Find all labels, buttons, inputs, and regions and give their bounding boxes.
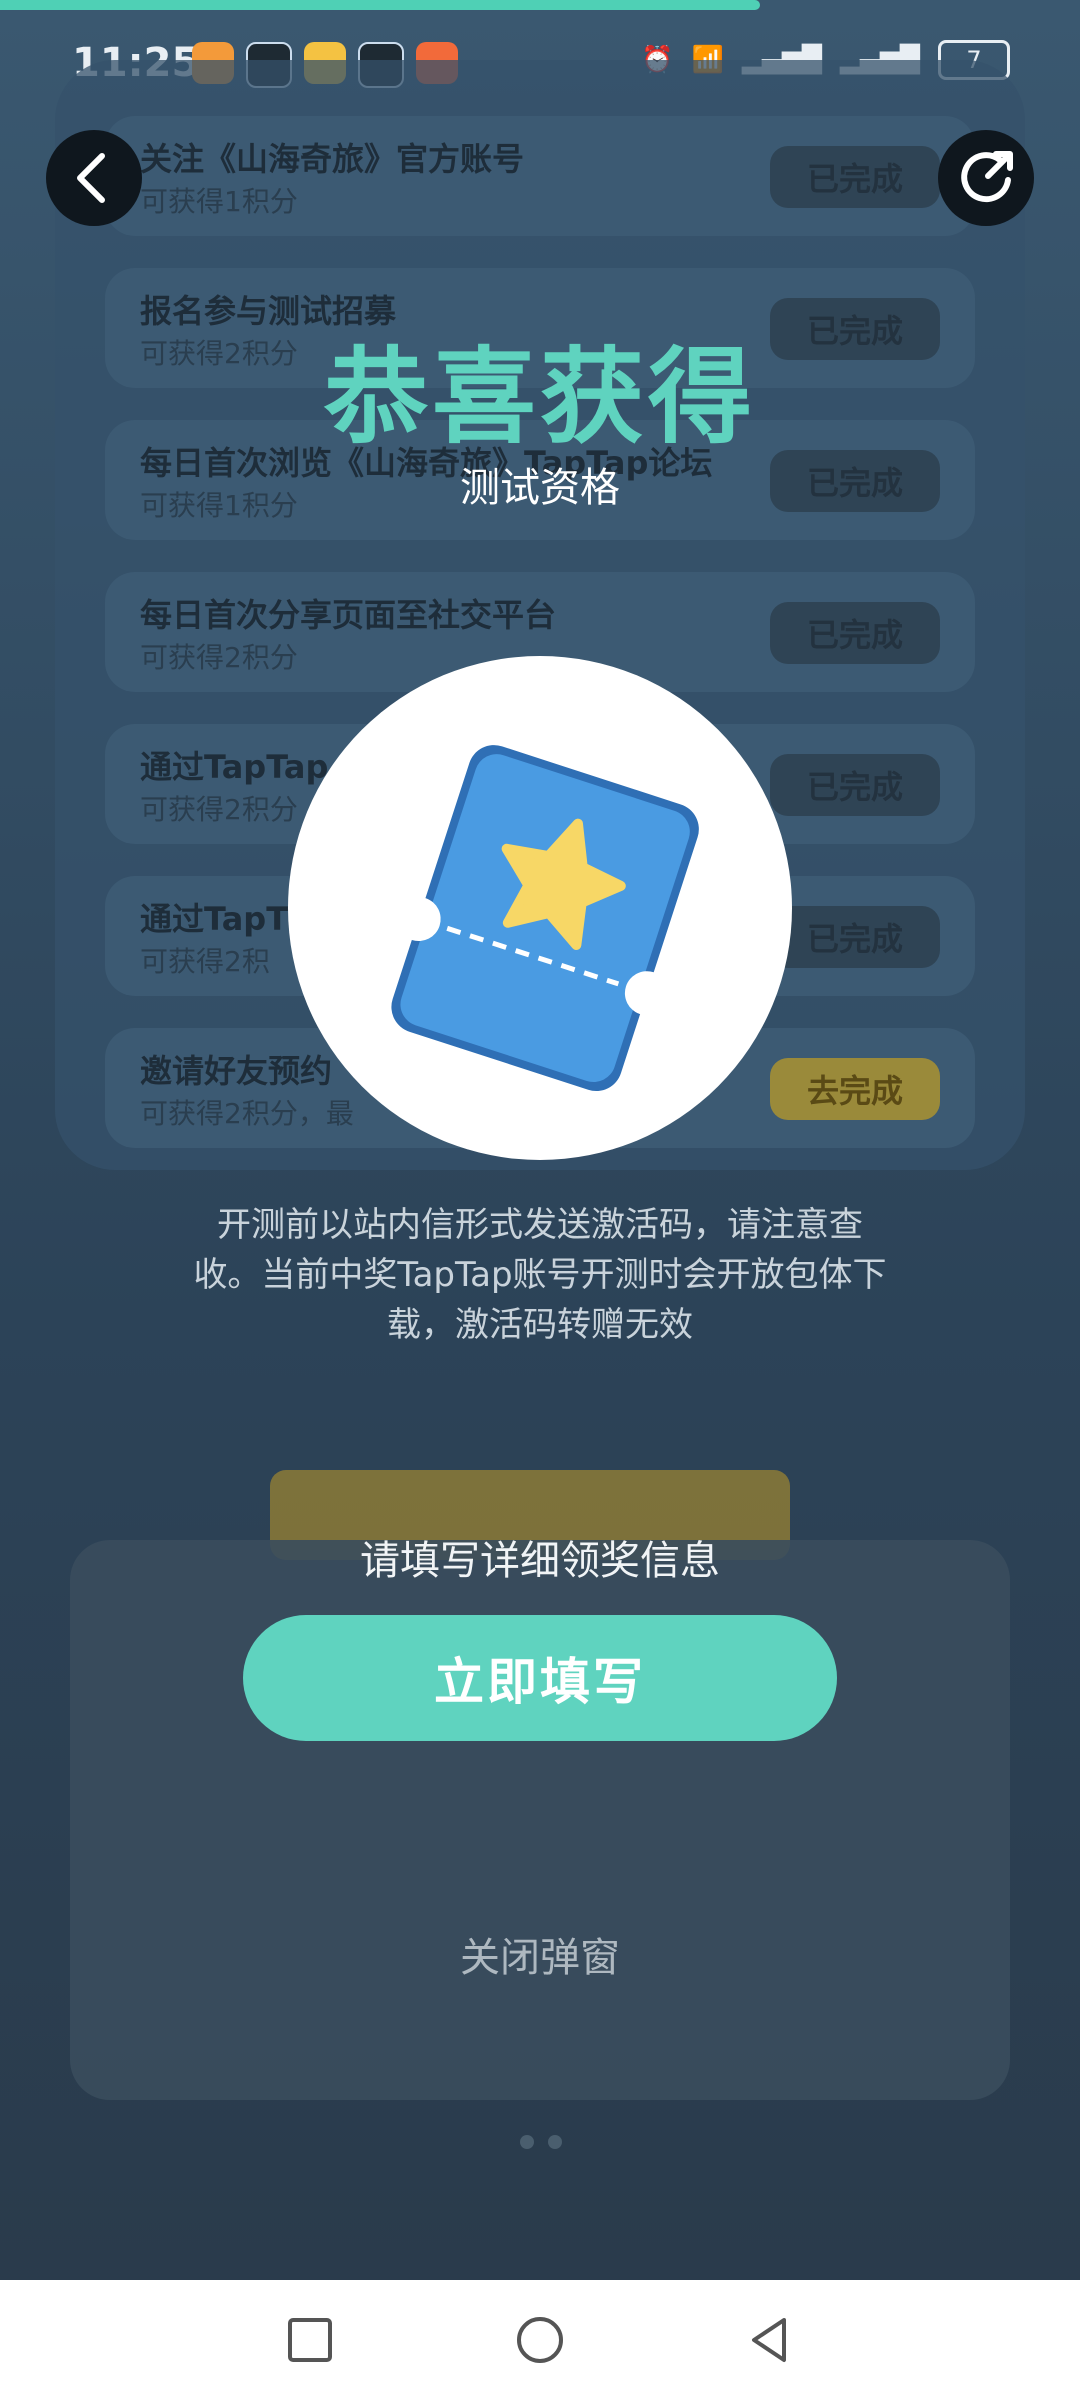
task-title: 通过TapT bbox=[140, 900, 289, 938]
task-title: 关注《山海奇旅》官方账号 bbox=[140, 140, 525, 178]
task-status-button[interactable]: 去完成 bbox=[770, 1058, 940, 1120]
prize-description: 开测前以站内信形式发送激活码，请注意查收。当前中奖TapTap账号开测时会开放包… bbox=[193, 1205, 887, 1345]
task-status-button[interactable]: 已完成 bbox=[770, 146, 940, 208]
top-progress-bar bbox=[0, 0, 760, 10]
modal-subtitle: 测试资格 bbox=[460, 465, 620, 511]
home-icon[interactable] bbox=[508, 2308, 572, 2372]
share-icon bbox=[961, 151, 1013, 203]
task-row: 关注《山海奇旅》官方账号可获得1积分 已完成 bbox=[105, 116, 975, 236]
fill-info-prompt: 请填写详细领奖信息 bbox=[360, 1538, 720, 1584]
task-points: 可获得2积 bbox=[140, 945, 270, 978]
navigation-bar bbox=[0, 2280, 1080, 2398]
share-button[interactable] bbox=[938, 130, 1034, 226]
task-status-button[interactable]: 已完成 bbox=[770, 754, 940, 816]
back-button[interactable] bbox=[46, 130, 142, 226]
prize-icon-circle bbox=[288, 656, 792, 1160]
task-points: 可获得2积分 bbox=[140, 793, 298, 826]
back-nav-icon[interactable] bbox=[738, 2308, 802, 2372]
carousel-dot bbox=[520, 2135, 534, 2149]
task-status-button[interactable]: 已完成 bbox=[770, 602, 940, 664]
task-points: 可获得1积分 bbox=[140, 185, 298, 218]
close-popup-button[interactable]: 关闭弹窗 bbox=[0, 1925, 1080, 1983]
task-status-button[interactable]: 已完成 bbox=[770, 906, 940, 968]
task-title: 每日首次分享页面至社交平台 bbox=[140, 596, 557, 634]
ticket-icon bbox=[391, 745, 699, 1092]
carousel-dot bbox=[548, 2135, 562, 2149]
recents-icon[interactable] bbox=[278, 2308, 342, 2372]
fill-now-button[interactable]: 立即填写 bbox=[243, 1615, 837, 1741]
carousel-dots bbox=[520, 2135, 562, 2149]
chevron-left-icon bbox=[77, 153, 105, 203]
modal-title: 恭喜获得 bbox=[323, 336, 756, 458]
task-points: 可获得2积分 bbox=[140, 641, 298, 674]
